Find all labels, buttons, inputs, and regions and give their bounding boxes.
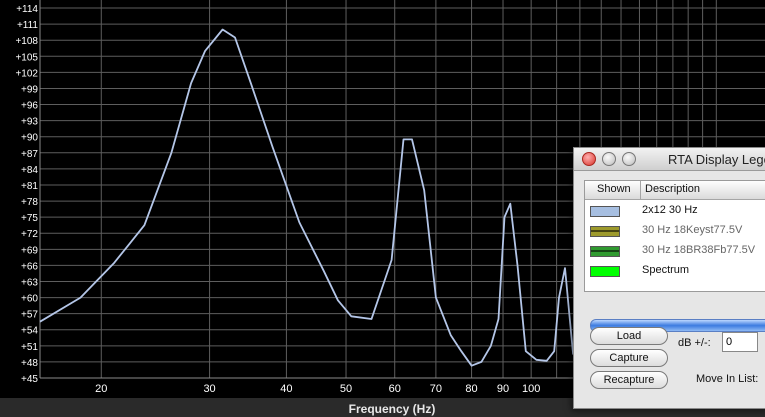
series-color-swatch[interactable] [590, 246, 620, 257]
x-tick-label: 50 [340, 383, 352, 395]
column-divider [640, 181, 641, 199]
db-offset-label: dB +/-: [678, 337, 711, 349]
x-tick-label: 60 [389, 383, 401, 395]
y-tick-label: +99 [21, 84, 38, 95]
y-tick-label: +111 [17, 20, 38, 31]
x-tick-label: 30 [203, 383, 215, 395]
load-button[interactable]: Load [590, 327, 668, 345]
series-color-swatch[interactable] [590, 266, 620, 277]
y-tick-label: +72 [21, 229, 38, 240]
y-tick-label: +108 [15, 36, 38, 47]
legend-row[interactable]: 30 Hz 18BR38Fb77.5V [585, 241, 765, 261]
zoom-icon[interactable] [622, 152, 636, 166]
legend-table-header: Shown Description [585, 181, 765, 200]
recapture-button[interactable]: Recapture [590, 371, 668, 389]
x-tick-label: 70 [430, 383, 442, 395]
y-tick-label: +93 [21, 117, 38, 128]
y-tick-label: +96 [21, 101, 38, 112]
db-offset-input[interactable] [722, 332, 758, 352]
y-tick-label: +69 [21, 245, 38, 256]
column-header-shown[interactable]: Shown [597, 183, 631, 195]
y-tick-label: +63 [21, 277, 38, 288]
legend-row[interactable]: 2x12 30 Hz [585, 201, 765, 221]
y-tick-label: +75 [21, 213, 38, 224]
y-tick-label: +114 [16, 4, 38, 15]
y-tick-label: +66 [21, 261, 38, 272]
y-tick-label: +87 [21, 149, 38, 160]
rta-legend-window: RTA Display Legend Shown Description 2x1… [573, 147, 765, 409]
y-tick-label: +51 [21, 342, 38, 353]
legend-row-description: 2x12 30 Hz [642, 204, 698, 216]
legend-row-description: Spectrum [642, 264, 690, 276]
y-tick-label: +60 [21, 294, 38, 305]
y-tick-label: +57 [21, 310, 38, 321]
column-header-description[interactable]: Description [645, 183, 700, 195]
legend-row-description: 30 Hz 18BR38Fb77.5V [642, 244, 756, 256]
y-tick-label: +78 [21, 197, 38, 208]
legend-window-title: RTA Display Legend [668, 152, 765, 167]
legend-row[interactable]: 30 Hz 18Keyst77.5V [585, 221, 765, 241]
x-tick-label: 40 [280, 383, 292, 395]
x-tick-label: 100 [522, 383, 540, 395]
x-axis-label: Frequency (Hz) [349, 402, 436, 416]
close-icon[interactable] [582, 152, 596, 166]
move-in-list-label: Move In List: [696, 373, 759, 385]
y-tick-label: +90 [21, 133, 38, 144]
capture-button[interactable]: Capture [590, 349, 668, 367]
minimize-icon[interactable] [602, 152, 616, 166]
y-tick-label: +48 [21, 358, 38, 369]
y-tick-label: +84 [21, 165, 38, 176]
y-tick-label: +105 [15, 52, 38, 63]
x-tick-label: 20 [95, 383, 107, 395]
legend-table: Shown Description 2x12 30 Hz 30 Hz 18Keys… [584, 180, 765, 332]
legend-titlebar[interactable]: RTA Display Legend [574, 148, 765, 171]
legend-row[interactable]: Spectrum [585, 261, 765, 281]
x-tick-label: 80 [465, 383, 477, 395]
x-tick-label: 90 [497, 383, 509, 395]
series-color-swatch[interactable] [590, 206, 620, 217]
y-tick-label: +54 [21, 326, 38, 337]
y-tick-label: +81 [21, 181, 38, 192]
legend-row-description: 30 Hz 18Keyst77.5V [642, 224, 743, 236]
y-tick-label: +45 [21, 374, 38, 385]
y-tick-label: +102 [15, 68, 38, 79]
series-color-swatch[interactable] [590, 226, 620, 237]
